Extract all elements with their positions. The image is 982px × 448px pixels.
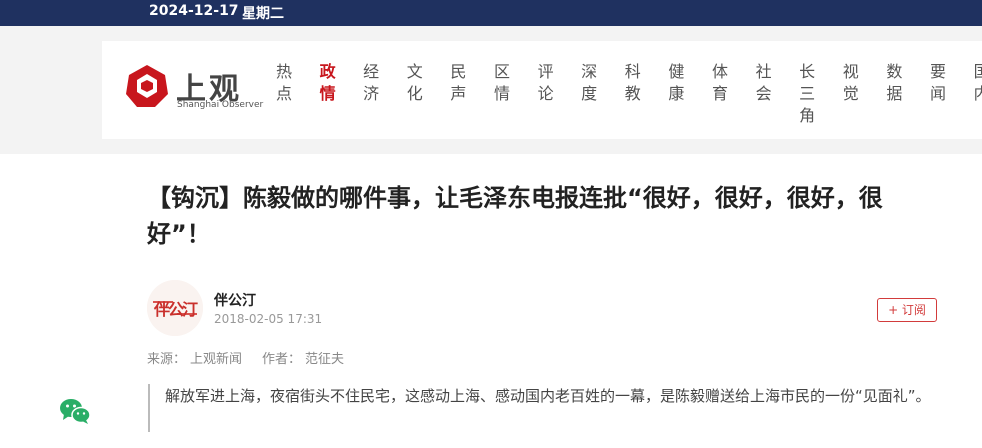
nav-item-label-char: 数 [886, 62, 903, 81]
nav-item-2[interactable]: 经济 [357, 61, 385, 105]
nav-item-label-char: 科 [624, 62, 641, 81]
nav-item-label-char: 教 [624, 84, 641, 103]
subscribe-button[interactable]: + 订阅 [877, 298, 937, 322]
nav-item-label-char: 觉 [842, 84, 859, 103]
nav-item-0[interactable]: 热点 [270, 61, 298, 105]
site-logo[interactable]: 上观 Shanghai Observer [124, 63, 263, 113]
nav-item-label-char: 论 [537, 84, 554, 103]
nav-item-1[interactable]: 政情 [314, 61, 342, 105]
nav-item-label-char: 会 [755, 84, 772, 103]
publish-time: 2018-02-05 17:31 [214, 312, 323, 326]
nav-item-label-char: 健 [668, 62, 685, 81]
article-lead: 解放军进上海，夜宿街头不住民宅，这感动上海、感动国内老百姓的一幕，是陈毅赠送给上… [148, 384, 948, 432]
nav-item-label-char: 热 [275, 62, 292, 81]
logo-text-en: Shanghai Observer [177, 100, 264, 110]
nav-item-13[interactable]: 视觉 [837, 61, 865, 105]
nav-item-3[interactable]: 文化 [401, 61, 429, 105]
writer-value: 范征夫 [305, 352, 345, 367]
nav-item-label-char: 角 [799, 106, 816, 125]
nav-item-4[interactable]: 民声 [444, 61, 472, 105]
nav-item-label-char: 内 [973, 84, 982, 103]
article-title: 【钩沉】陈毅做的哪件事，让毛泽东电报连批“很好，很好，很好，很好”！ [147, 184, 883, 248]
nav-item-label-char: 三 [799, 84, 816, 103]
nav-item-12[interactable]: 长三角 [793, 61, 821, 127]
current-weekday: 星期二 [242, 6, 284, 22]
nav-item-6[interactable]: 评论 [532, 61, 560, 105]
nav-item-label-char: 点 [275, 84, 292, 103]
wechat-share-button[interactable] [59, 397, 91, 425]
source-label: 来源： [147, 352, 187, 367]
nav-item-label-char: 康 [668, 84, 685, 103]
nav-item-label-char: 文 [406, 62, 423, 81]
writer-label: 作者： [262, 352, 302, 367]
nav-item-label-char: 济 [363, 84, 380, 103]
author-avatar[interactable]: 伴公汀 [147, 280, 203, 336]
nav-item-label-char: 体 [711, 62, 728, 81]
current-date: 2024-12-17 [149, 3, 239, 19]
nav-item-label-char: 国 [973, 62, 982, 81]
nav-item-label-char: 区 [493, 62, 510, 81]
nav-item-16[interactable]: 国内 [968, 61, 982, 105]
site-header: 上观 Shanghai Observer 热点政情经济文化民声区情评论深度科教健… [0, 26, 982, 154]
nav-item-10[interactable]: 体育 [706, 61, 734, 105]
header-card: 上观 Shanghai Observer 热点政情经济文化民声区情评论深度科教健… [102, 41, 982, 139]
nav-item-5[interactable]: 区情 [488, 61, 516, 105]
nav-item-7[interactable]: 深度 [575, 61, 603, 105]
nav-item-label-char: 育 [711, 84, 728, 103]
article-meta: 来源： 上观新闻 作者： 范征夫 [147, 348, 348, 367]
nav-item-label-char: 民 [450, 62, 467, 81]
nav-item-14[interactable]: 数据 [880, 61, 908, 105]
nav-item-label-char: 声 [450, 84, 467, 103]
nav-item-8[interactable]: 科教 [619, 61, 647, 105]
nav-item-label-char: 情 [493, 84, 510, 103]
nav-item-label-char: 经 [363, 62, 380, 81]
nav-item-label-char: 要 [929, 62, 946, 81]
nav-item-label-char: 情 [319, 84, 336, 103]
nav-item-label-char: 视 [842, 62, 859, 81]
top-bar: 2024-12-17 星期二 [0, 0, 982, 26]
wechat-icon [60, 399, 91, 424]
nav-item-label-char: 深 [581, 62, 598, 81]
nav-item-11[interactable]: 社会 [750, 61, 778, 105]
nav-item-label-char: 社 [755, 62, 772, 81]
nav-item-label-char: 度 [581, 84, 598, 103]
nav-item-label-char: 化 [406, 84, 423, 103]
nav-item-15[interactable]: 要闻 [924, 61, 952, 105]
nav-item-label-char: 据 [886, 84, 903, 103]
nav-item-9[interactable]: 健康 [662, 61, 690, 105]
nav-item-label-char: 政 [319, 62, 336, 81]
author-name[interactable]: 伴公汀 [214, 290, 256, 310]
nav-item-label-char: 长 [799, 62, 816, 81]
avatar-text: 伴公汀 [153, 300, 198, 319]
logo-mark-icon [126, 65, 168, 107]
nav-item-label-char: 评 [537, 62, 554, 81]
nav-item-label-char: 闻 [929, 84, 946, 103]
source-value[interactable]: 上观新闻 [190, 352, 242, 367]
